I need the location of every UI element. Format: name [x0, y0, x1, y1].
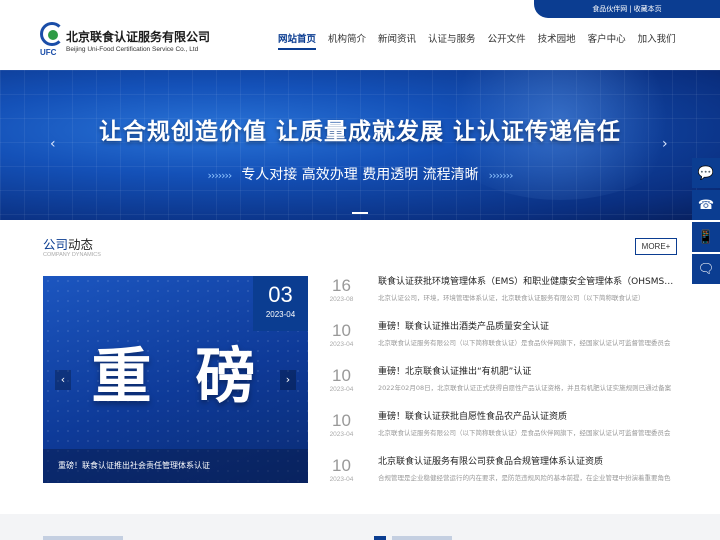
nav-customer[interactable]: 客户中心 [582, 18, 632, 70]
partner-link[interactable]: 食品伙伴网 [592, 4, 627, 14]
feature-prev-arrow-icon[interactable]: ‹ [55, 370, 71, 390]
news-year-month: 2023-04 [329, 431, 354, 438]
news-day: 10 [332, 366, 351, 385]
news-day: 10 [332, 411, 351, 430]
float-contact-bar: 💬 ☎ 📱 🗨 [692, 158, 720, 286]
feature-year-month: 2023-04 [265, 310, 296, 319]
nav-join[interactable]: 加入我们 [632, 18, 682, 70]
main-nav: 网站首页 机构简介 新闻资讯 认证与服务 公开文件 技术园地 客户中心 加入我们 [272, 18, 682, 70]
next-section-icon [374, 536, 386, 540]
nav-services[interactable]: 认证与服务 [422, 18, 482, 70]
feature-caption[interactable]: 重磅！联食认证推出社会责任管理体系认证 [43, 449, 308, 483]
news-year-month: 2023-04 [329, 476, 354, 483]
feature-headline: 重磅 [91, 342, 300, 412]
feature-next-arrow-icon[interactable]: › [280, 370, 296, 390]
mobile-icon[interactable]: 📱 [692, 222, 720, 252]
more-button[interactable]: MORE+ [635, 238, 677, 255]
top-links-divider: | [629, 5, 632, 13]
hero-banner[interactable]: 让合规创造价值 让质量成就发展 让认证传递信任 专人对接 高效办理 费用透明 流… [0, 70, 720, 220]
list-item[interactable]: 16 2023-08 联食认证获批环境管理体系（EMS）和职业健康安全管理体系（… [324, 270, 680, 315]
top-links-bar: 食品伙伴网 | 收藏本页 [534, 0, 720, 18]
news-day: 10 [332, 321, 351, 340]
banner-slogan: 让合规创造价值 让质量成就发展 让认证传递信任 [98, 119, 621, 145]
news-title[interactable]: 联食认证获批环境管理体系（EMS）和职业健康安全管理体系（OHSMS）认证资质 [378, 274, 678, 287]
list-item[interactable]: 10 2023-04 重磅！联食认证推出酒类产品质量安全认证 北京联食认证服务有… [324, 315, 680, 360]
logo-name-cn: 北京联食认证服务有限公司 [66, 30, 211, 44]
list-item[interactable]: 10 2023-04 北京联食认证服务有限公司获食品合规管理体系认证资质 合规管… [324, 450, 680, 495]
next-section-title-left [43, 536, 123, 540]
nav-documents[interactable]: 公开文件 [482, 18, 532, 70]
news-day: 16 [332, 276, 351, 295]
section-subtitle: COMPANY DYNAMICS [43, 252, 101, 258]
news-year-month: 2023-04 [329, 386, 354, 393]
news-desc: 北京认证公司，环境，环境管理体系认证，北京联食认证服务有限公司（以下简称联食认证… [378, 294, 645, 302]
list-item[interactable]: 10 2023-04 重磅！联食认证获批自愿性食品农产品认证资质 北京联食认证服… [324, 405, 680, 450]
feature-day: 03 [268, 282, 293, 307]
news-day: 10 [332, 456, 351, 475]
news-list: 16 2023-08 联食认证获批环境管理体系（EMS）和职业健康安全管理体系（… [324, 270, 680, 495]
section-title-highlight: 公司 [43, 237, 69, 252]
news-title[interactable]: 重磅！联食认证获批自愿性食品农产品认证资质 [378, 409, 678, 422]
news-title[interactable]: 重磅！联食认证推出酒类产品质量安全认证 [378, 319, 678, 332]
wechat-icon[interactable]: 🗨 [692, 254, 720, 284]
site-header: UFC 北京联食认证服务有限公司 Beijing Uni-Food Certif… [0, 18, 720, 70]
site-logo[interactable]: UFC 北京联食认证服务有限公司 Beijing Uni-Food Certif… [40, 22, 220, 62]
feature-date-badge: 03 2023-04 [253, 276, 308, 331]
banner-next-arrow-icon[interactable]: › [662, 136, 668, 152]
news-year-month: 2023-04 [329, 341, 354, 348]
news-desc: 2022年02月08日，北京联食认证正式获得自愿性产品认证资格，并且有机肥认证实… [378, 384, 672, 392]
section-title-rest: 动态 [68, 237, 94, 252]
next-section-title-right [392, 536, 452, 540]
chat-icon[interactable]: 💬 [692, 158, 720, 188]
list-item[interactable]: 10 2023-04 重磅！北京联食认证推出“有机肥”认证 2022年02月08… [324, 360, 680, 405]
banner-pagination-dot[interactable] [352, 212, 368, 214]
logo-abbreviation: UFC [40, 48, 57, 57]
logo-emblem-icon [40, 22, 64, 46]
news-desc: 北京联食认证服务有限公司（以下简称联食认证）是食品伙伴网旗下，经国家认证认可监督… [378, 339, 671, 347]
nav-tech[interactable]: 技术园地 [532, 18, 582, 70]
nav-home[interactable]: 网站首页 [272, 18, 322, 70]
logo-name-en: Beijing Uni-Food Certification Service C… [66, 46, 199, 53]
news-desc: 北京联食认证服务有限公司（以下简称联食认证）是食品伙伴网旗下，经国家认证认可监督… [378, 429, 671, 437]
nav-news[interactable]: 新闻资讯 [372, 18, 422, 70]
news-year-month: 2023-08 [329, 296, 354, 303]
nav-about[interactable]: 机构简介 [322, 18, 372, 70]
banner-subtitle: 专人对接 高效办理 费用透明 流程清晰 [0, 164, 720, 184]
section-title: 公司动态 [43, 234, 93, 253]
phone-icon[interactable]: ☎ [692, 190, 720, 220]
banner-prev-arrow-icon[interactable]: ‹ [50, 136, 56, 152]
bookmark-link[interactable]: 收藏本页 [634, 4, 662, 14]
news-title[interactable]: 重磅！北京联食认证推出“有机肥”认证 [378, 364, 678, 377]
news-desc: 合规管理是企业稳健经营运行的内在要求，是防范违规风险的基本前提，在企业管理中扮演… [378, 474, 671, 482]
featured-news-card[interactable]: 重磅 03 2023-04 ‹ › 重磅！联食认证推出社会责任管理体系认证 [43, 276, 308, 483]
news-title[interactable]: 北京联食认证服务有限公司获食品合规管理体系认证资质 [378, 454, 678, 467]
